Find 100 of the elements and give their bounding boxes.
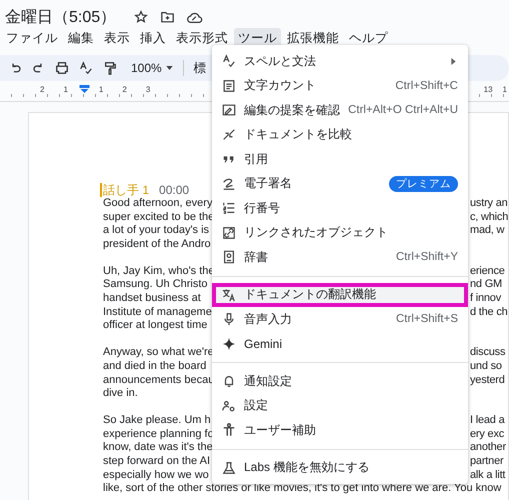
- menu-item[interactable]: 行番号: [212, 196, 468, 220]
- menu-item-label: リンクされたオブジェクト: [244, 224, 389, 242]
- star-icon[interactable]: [134, 10, 148, 24]
- menu-bar-item[interactable]: 挿入: [136, 28, 170, 48]
- paragraph-text: ustry an: [470, 197, 508, 211]
- paragraph-text: Institute of manageme: [103, 306, 212, 320]
- menu-item[interactable]: 引用: [212, 147, 468, 172]
- zoom-dropdown[interactable]: 100%: [131, 61, 162, 75]
- ruler-number: 2: [40, 85, 44, 94]
- menu-bar-item[interactable]: ファイル: [2, 28, 62, 48]
- menu-item[interactable]: ドキュメントを比較: [212, 122, 468, 147]
- menu-item-label: 文字カウント: [244, 77, 317, 94]
- paragraph-text: and died in the board: [103, 360, 206, 374]
- speaker-label: 話し手 1: [100, 183, 150, 197]
- paragraph-text: yesterd: [470, 374, 505, 388]
- menu-item[interactable]: 文字カウント Ctrl+Shift+C: [212, 74, 468, 98]
- paragraph-text: I lead a: [470, 414, 504, 428]
- paragraph-text: und so: [470, 360, 502, 374]
- paragraph-text: f innov: [470, 292, 502, 306]
- menu-item-label: 設定: [244, 397, 269, 414]
- paragraph-text: a lot of your today's is: [103, 224, 210, 238]
- menu-item-label: 引用: [244, 150, 269, 168]
- menu-item-label: 編集の提案を確認: [244, 102, 340, 119]
- document-title[interactable]: 金曜日（5:05）: [5, 6, 116, 28]
- caret-icon[interactable]: [166, 66, 173, 70]
- paragraph-text: step forward on the AI: [103, 455, 210, 469]
- paragraph-text: nd GM: [470, 278, 502, 292]
- keyboard-shortcut: Ctrl+Shift+S: [396, 313, 458, 326]
- menu-item-label: 電子署名: [244, 175, 293, 192]
- paragraph-text: especially how we wo: [103, 468, 209, 482]
- menu-item[interactable]: Gemini: [212, 332, 468, 356]
- ruler-number: 1: [502, 85, 507, 96]
- paragraph-text: d the ch: [470, 306, 508, 320]
- menu-item-label: スペルと文法: [244, 52, 317, 70]
- menu-item[interactable]: スペルと文法: [212, 49, 468, 74]
- ruler-number: 3: [146, 85, 150, 94]
- menu-item[interactable]: 音声入力 Ctrl+Shift+S: [212, 307, 468, 332]
- style-dropdown[interactable]: 標: [194, 60, 207, 76]
- menu-bar-item[interactable]: 表示形式: [172, 28, 232, 48]
- signature-pen-icon: [222, 176, 236, 191]
- menu-item-label: 音声入力: [244, 310, 293, 328]
- paragraph-text: officer at longest time: [103, 319, 208, 333]
- ruler-number: 1: [98, 85, 104, 94]
- paragraph-text: erience: [470, 264, 505, 278]
- edit-suggestion-icon: [222, 103, 236, 118]
- paragraph-text: mad, w: [470, 224, 504, 238]
- paragraph-text: So Jake please. Um h: [103, 414, 211, 428]
- paragraph-text: ery exc: [470, 428, 504, 442]
- ruler-number: 13: [484, 85, 493, 96]
- keyboard-shortcut: Ctrl+Alt+O Ctrl+Alt+U: [348, 104, 458, 116]
- paragraph-text: c, which: [470, 210, 508, 224]
- bell-icon: [222, 374, 236, 388]
- cloud-icon[interactable]: [187, 10, 204, 24]
- ruler-number: 1: [63, 85, 68, 94]
- menu-item[interactable]: 電子署名 プレミアム: [212, 172, 468, 196]
- menu-item[interactable]: ドキュメントの翻訳機能: [212, 282, 468, 307]
- menu-item[interactable]: Labs 機能を無効にする: [212, 456, 468, 480]
- paragraph-text: alk a litt: [470, 468, 506, 482]
- dictionary-icon: [222, 250, 236, 264]
- spellcheck-icon[interactable]: [79, 61, 93, 75]
- menu-item-label: 辞書: [244, 248, 269, 266]
- folder-icon[interactable]: [160, 10, 176, 24]
- paragraph-text: partner: [470, 455, 504, 469]
- menu-item-label: ユーザー補助: [244, 422, 317, 439]
- menu-item-label: 通知設定: [244, 372, 293, 390]
- menu-item-label: Gemini: [244, 336, 284, 351]
- menu-item[interactable]: 編集の提案を確認 Ctrl+Alt+O Ctrl+Alt+U: [212, 98, 468, 122]
- microphone-icon: [222, 312, 236, 326]
- paragraph-text: know, date was it's the: [103, 441, 213, 455]
- linked-object-icon: [222, 226, 236, 240]
- sparkle-icon: [222, 336, 236, 351]
- translate-icon: [222, 288, 236, 302]
- menu-bar-item[interactable]: 表示: [100, 28, 134, 48]
- menu-bar-item[interactable]: 編集: [64, 28, 98, 48]
- paragraph-text: Samsung. Uh Christo: [103, 278, 208, 292]
- menu-item-label: 行番号: [244, 200, 281, 217]
- print-icon[interactable]: [55, 61, 69, 75]
- paragraph-text: dive in.: [103, 387, 138, 401]
- submenu-arrow-icon: [451, 58, 456, 65]
- menu-item[interactable]: 設定: [212, 394, 468, 418]
- menu-item-label: ドキュメントを比較: [244, 126, 353, 144]
- menu-bar-item[interactable]: 拡張機能: [283, 28, 343, 48]
- paragraph-text: Good afternoon, every: [103, 197, 212, 211]
- flask-icon: [222, 460, 236, 475]
- paragraph-text: handset business at: [103, 292, 201, 306]
- menu-item[interactable]: 通知設定: [212, 369, 468, 394]
- paint-format-icon[interactable]: [103, 61, 117, 75]
- ruler-number: 2: [122, 85, 127, 94]
- paragraph-text: president of the Andro: [103, 238, 211, 252]
- menu-item[interactable]: ユーザー補助: [212, 418, 468, 442]
- keyboard-shortcut: Ctrl+Shift+Y: [396, 251, 458, 264]
- accessibility-icon: [222, 423, 236, 438]
- spellcheck-icon: [222, 54, 236, 68]
- paragraph-text: another: [470, 441, 506, 455]
- menu-item[interactable]: 辞書 Ctrl+Shift+Y: [212, 245, 468, 270]
- menu-item-label: ドキュメントの翻訳機能: [244, 286, 377, 304]
- menu-item[interactable]: リンクされたオブジェクト: [212, 220, 468, 245]
- paragraph-text: discuss: [470, 346, 506, 360]
- menu-bar-item[interactable]: ヘルプ: [345, 28, 392, 48]
- indent-marker-icon[interactable]: [78, 85, 90, 93]
